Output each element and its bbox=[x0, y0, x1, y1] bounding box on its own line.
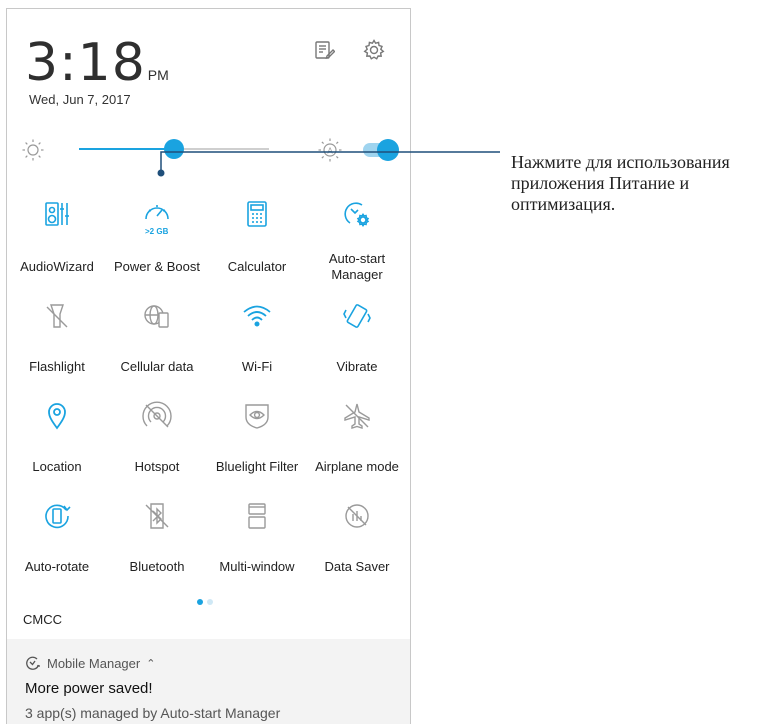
callout-leader-line bbox=[157, 151, 500, 177]
page: 3:18 PM Wed, Jun 7, 2017 A AudioWizard >… bbox=[0, 0, 772, 724]
callout-text: Нажмите для использования приложения Пит… bbox=[511, 152, 730, 214]
